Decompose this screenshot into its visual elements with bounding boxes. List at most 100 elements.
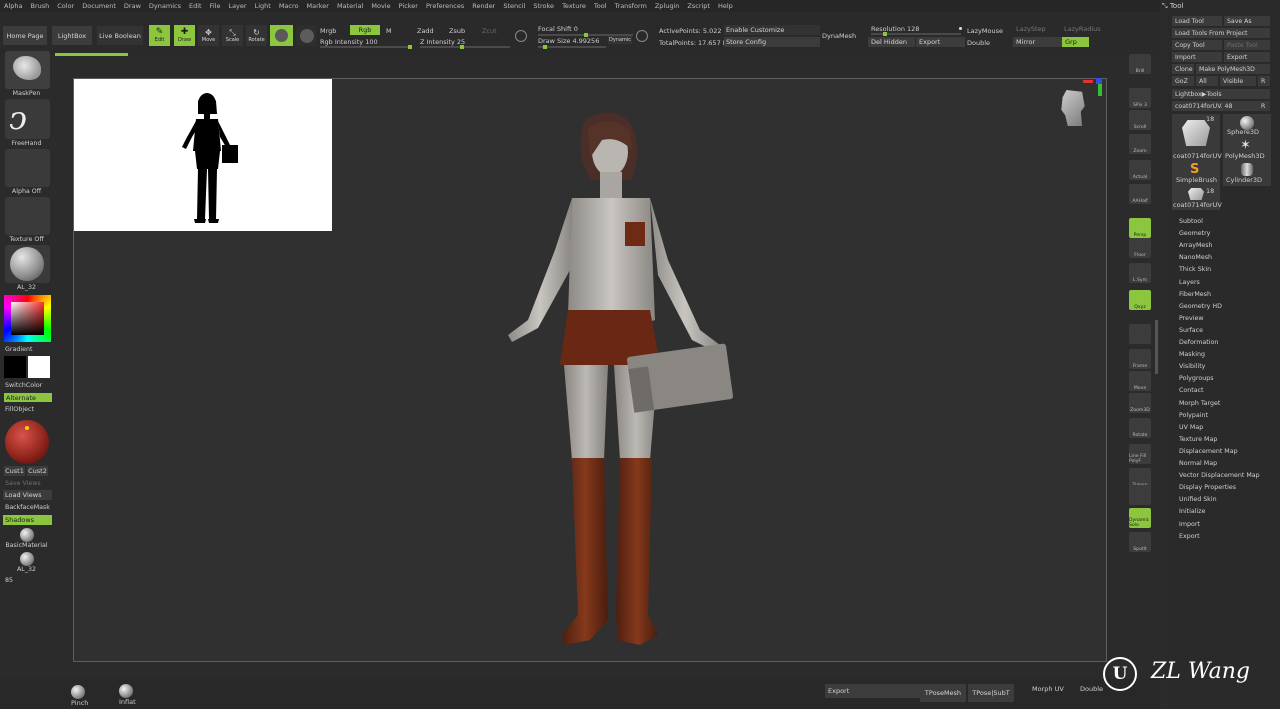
export-tool-button[interactable]: Export (1224, 52, 1270, 62)
rgb-button[interactable]: Rgb (350, 25, 380, 35)
tool-section-normal-map[interactable]: Normal Map (1179, 460, 1217, 467)
shelf-button-qxyz[interactable]: Qxyz (1129, 290, 1151, 310)
menu-item-brush[interactable]: Brush (26, 2, 53, 10)
shelf-button-frame[interactable]: Frame (1129, 349, 1151, 369)
menu-item-alpha[interactable]: Alpha (0, 2, 26, 10)
tool-thumb-coat[interactable]: 18 coat0714forUV (1172, 114, 1222, 162)
shelf-button-rotate[interactable]: Rotate (1129, 418, 1151, 438)
save-views-button[interactable]: Save Views (5, 480, 58, 487)
tool-section-masking[interactable]: Masking (1179, 351, 1205, 358)
menu-item-file[interactable]: File (206, 2, 225, 10)
tool-section-surface[interactable]: Surface (1179, 327, 1203, 334)
goz-button[interactable]: GoZ (1172, 76, 1194, 86)
color-picker[interactable] (4, 295, 51, 342)
tool-section-display-properties[interactable]: Display Properties (1179, 484, 1236, 491)
shadows-button[interactable]: Shadows (3, 515, 52, 525)
zadd-button[interactable]: Zadd (417, 27, 434, 35)
current-tool-slider[interactable]: coat0714forUV. 48 (1172, 101, 1258, 111)
menu-item-draw[interactable]: Draw (120, 2, 145, 10)
tposemesh-button[interactable]: TPoseMesh (920, 684, 966, 702)
all-button[interactable]: All (1196, 76, 1218, 86)
shelf-scrollbar[interactable] (1155, 320, 1158, 374)
tool-section-initialize[interactable]: Initialize (1179, 508, 1205, 515)
tool-thumb-sphere3d[interactable]: Sphere3D (1223, 114, 1271, 138)
z-intensity-slider[interactable]: Z Intensity 25 (420, 38, 465, 46)
alpha-slot[interactable] (5, 149, 50, 187)
menu-item-zplugin[interactable]: Zplugin (651, 2, 684, 10)
clone-button[interactable]: Clone (1172, 64, 1194, 74)
resolution-track[interactable] (871, 32, 961, 36)
menu-item-macro[interactable]: Macro (275, 2, 303, 10)
tool-section-polypaint[interactable]: Polypaint (1179, 412, 1208, 419)
tool-section-preview[interactable]: Preview (1179, 315, 1204, 322)
load-tools-from-project-button[interactable]: Load Tools From Project (1172, 28, 1270, 38)
shelf-button-spix-3[interactable]: SPix 3 (1129, 88, 1151, 108)
tool-section-displacement-map[interactable]: Displacement Map (1179, 448, 1238, 455)
alternate-button[interactable]: Alternate (4, 393, 52, 402)
tool-section-unified-skin[interactable]: Unified Skin (1179, 496, 1217, 503)
shelf-button-scroll[interactable]: Scroll (1129, 110, 1151, 130)
tool-section-fibermesh[interactable]: FiberMesh (1179, 291, 1211, 298)
polypaint-button[interactable] (296, 25, 317, 46)
menu-item-dynamics[interactable]: Dynamics (145, 2, 185, 10)
shelf-button-persp[interactable]: Persp (1129, 218, 1151, 238)
inflat-brush-icon[interactable] (119, 684, 133, 698)
gradient-label[interactable]: Gradient (5, 346, 58, 353)
import-button[interactable]: Import (1172, 52, 1222, 62)
material-slot[interactable] (5, 245, 50, 283)
home-page-button[interactable]: Home Page (3, 26, 47, 45)
zsub-button[interactable]: Zsub (449, 27, 465, 35)
tool-section-morph-target[interactable]: Morph Target (1179, 400, 1220, 407)
lazyradius-slider[interactable]: LazyRadius (1064, 25, 1101, 33)
menu-item-preferences[interactable]: Preferences (422, 2, 468, 10)
menu-item-render[interactable]: Render (468, 2, 499, 10)
move-button[interactable]: ✥ Move (198, 25, 219, 46)
shelf-button-aahalf[interactable]: AAHalf (1129, 184, 1151, 204)
menu-item-zscript[interactable]: Zscript (683, 2, 714, 10)
menu-item-light[interactable]: Light (251, 2, 275, 10)
dynamesh-button[interactable]: DynaMesh (822, 32, 856, 40)
shelf-button-zoom[interactable]: Zoom (1129, 134, 1151, 154)
tool-section-deformation[interactable]: Deformation (1179, 339, 1218, 346)
paste-tool-button[interactable]: Paste Tool (1224, 40, 1270, 50)
shelf-button-spotlt[interactable]: Spotlt (1129, 532, 1151, 552)
shelf-button-actual[interactable]: Actual (1129, 160, 1151, 180)
secondary-color-swatch[interactable] (28, 356, 50, 378)
tool-section-uv-map[interactable]: UV Map (1179, 424, 1203, 431)
zcut-button[interactable]: Zcut (482, 27, 497, 35)
tool-section-visibility[interactable]: Visibility (1179, 363, 1205, 370)
texture-slot[interactable] (5, 197, 50, 235)
menu-item-transform[interactable]: Transform (611, 2, 651, 10)
edit-button[interactable]: ✎ Edit (149, 25, 170, 46)
load-tool-button[interactable]: Load Tool (1172, 16, 1222, 26)
grp-button[interactable]: Grp (1062, 37, 1089, 47)
backfacemask-button[interactable]: BackfaceMask (5, 504, 58, 511)
menu-item-edit[interactable]: Edit (185, 2, 206, 10)
store-config-button[interactable]: Store Config (724, 37, 820, 47)
tool-section-layers[interactable]: Layers (1179, 279, 1200, 286)
menu-item-picker[interactable]: Picker (395, 2, 422, 10)
tool-section-subtool[interactable]: Subtool (1179, 218, 1203, 225)
tool-section-contact[interactable]: Contact (1179, 387, 1204, 394)
tool-thumb-coat-2[interactable]: 18 coat0714forUV (1172, 186, 1222, 210)
tool-section-thick-skin[interactable]: Thick Skin (1179, 266, 1211, 273)
visible-button[interactable]: Visible (1220, 76, 1256, 86)
shelf-button-blank-17[interactable] (1129, 485, 1151, 505)
shelf-button-l-sym[interactable]: L.Sym (1129, 263, 1151, 283)
tool-thumb-polymesh3d[interactable]: ✶ PolyMesh3D (1223, 138, 1271, 162)
menu-item-marker[interactable]: Marker (302, 2, 332, 10)
cust2-button[interactable]: Cust2 (27, 466, 48, 476)
mrgb-button[interactable]: Mrgb (320, 27, 336, 35)
double-bottom-button[interactable]: Double (1080, 685, 1103, 693)
draw-size-track[interactable] (538, 45, 606, 49)
m-button[interactable]: M (386, 27, 392, 35)
live-boolean-button[interactable]: Live Boolean (97, 26, 143, 45)
stroke-slot[interactable]: ↄ (5, 99, 50, 139)
focal-shift-slider[interactable]: Focal Shift 0 (538, 25, 578, 33)
shelf-button-zoom3d[interactable]: Zoom3D (1129, 393, 1151, 413)
pinch-brush-icon[interactable] (71, 685, 85, 699)
rgb-intensity-slider[interactable]: Rgb Intensity 100 (320, 38, 378, 46)
tool-thumb-simplebrush[interactable]: S SimpleBrush (1172, 162, 1220, 186)
al32-sphere-icon[interactable] (20, 552, 34, 566)
draw-size-slider[interactable]: Draw Size 4.99256 (538, 37, 599, 45)
